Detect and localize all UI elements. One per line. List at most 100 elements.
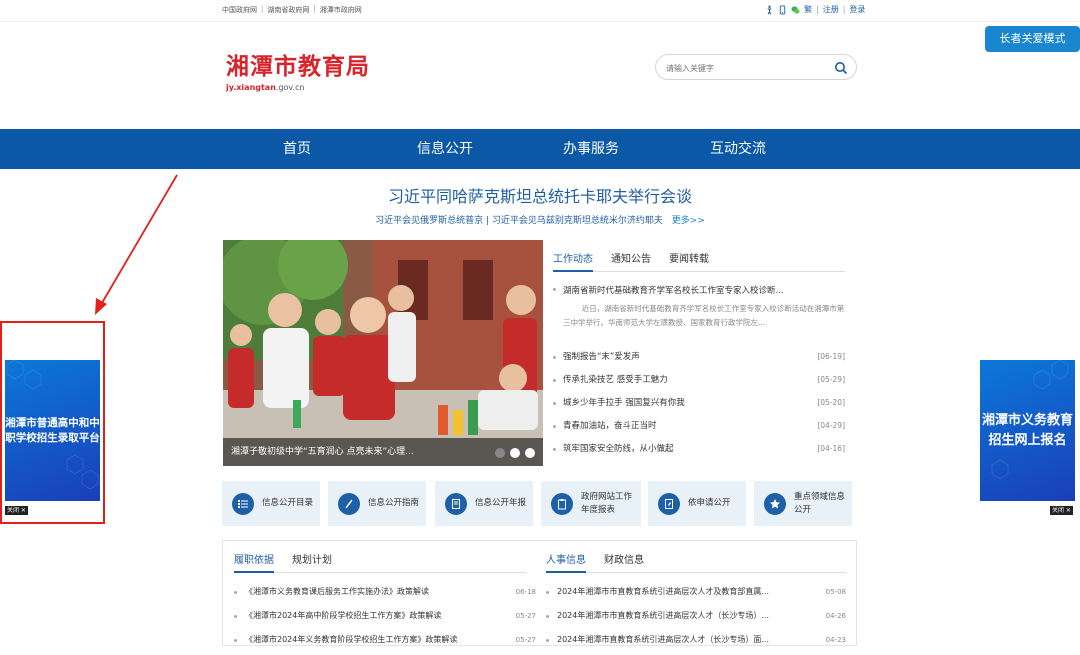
nav-services[interactable]: 办事服务 bbox=[563, 129, 619, 169]
list-item[interactable]: 传承扎染技艺 感受手工魅力 [05-29] bbox=[553, 370, 845, 393]
tab-personnel[interactable]: 人事信息 bbox=[546, 553, 586, 573]
report-icon bbox=[445, 492, 467, 515]
main-nav: 首页 信息公开 办事服务 互动交流 bbox=[0, 129, 1080, 169]
traditional-chinese-link[interactable]: 繁 bbox=[804, 4, 812, 15]
site-domain: jy.xiangtan.gov.cn bbox=[226, 83, 370, 92]
news-title[interactable]: 青春加油站，奋斗正当时 bbox=[563, 421, 657, 431]
search-input[interactable] bbox=[666, 60, 826, 76]
featured-news[interactable]: 湖南省新时代基础教育齐学军名校长工作室专家入校诊断... 近日，湖南省新时代基础… bbox=[553, 284, 845, 330]
item-title[interactable]: 2024年湘潭市市直教育系统引进高层次人才（长沙专场）... bbox=[557, 611, 769, 620]
search-icon[interactable] bbox=[834, 61, 848, 75]
left-float-ad[interactable]: 湘潭市普通高中和中职学校招生录取平台 bbox=[5, 360, 100, 501]
gov-link-china[interactable]: 中国政府网 bbox=[222, 5, 257, 15]
gov-links: 中国政府网 | 湖南省政府网 | 湘潭市政府网 bbox=[222, 5, 362, 15]
login-link[interactable]: 登录 bbox=[849, 4, 865, 15]
nav-info-disclosure[interactable]: 信息公开 bbox=[417, 129, 473, 169]
service-key-areas[interactable]: 重点领域信息公开 bbox=[754, 481, 852, 526]
item-date: 05-08 bbox=[825, 588, 846, 596]
close-right-ad-button[interactable]: 关闭 ✕ bbox=[1050, 506, 1073, 515]
service-info-catalog[interactable]: 信息公开目录 bbox=[222, 481, 320, 526]
site-name: 湘潭市教育局 bbox=[226, 53, 370, 80]
news-photo-carousel[interactable]: 湘潭子敬初级中学“五育润心 点亮未来”心理... bbox=[223, 240, 543, 466]
item-title[interactable]: 《湘潭市2024年高中阶段学校招生工作方案》政策解读 bbox=[245, 611, 441, 620]
list-item[interactable]: 青春加油站，奋斗正当时 [04-29] bbox=[553, 416, 845, 439]
service-label: 信息公开目录 bbox=[262, 498, 314, 508]
service-label: 依申请公开 bbox=[688, 498, 731, 508]
carousel-dot[interactable] bbox=[510, 448, 520, 458]
tab-duty-basis[interactable]: 履职依据 bbox=[234, 553, 274, 573]
carousel-dot[interactable] bbox=[525, 448, 535, 458]
close-label: 关闭 bbox=[1052, 507, 1065, 514]
separator: | bbox=[816, 5, 819, 14]
news-title[interactable]: 筑牢国家安全防线，从小做起 bbox=[563, 444, 674, 454]
featured-news-desc: 近日，湖南省新时代基础教育齐学军名校长工作室专家入校诊断活动在湘潭市第三中学举行… bbox=[563, 304, 845, 327]
item-title[interactable]: 《湘潭市2024年义务教育阶段学校招生工作方案》政策解读 bbox=[245, 635, 457, 644]
sub-headline-2[interactable]: 习近平会见乌兹别克斯坦总统米尔济约耶夫 bbox=[492, 216, 663, 226]
news-list: 强制报告“末”爱发声 [06-19] 传承扎染技艺 感受手工魅力 [05-29] 城… bbox=[553, 347, 845, 462]
gov-link-hunan[interactable]: 湖南省政府网 bbox=[267, 5, 309, 15]
gov-link-xiangtan[interactable]: 湘潭市政府网 bbox=[320, 5, 362, 15]
panel-left-list: 《湘潭市义务教育课后服务工作实施办法》政策解读 06-18 《湘潭市2024年高中… bbox=[234, 583, 536, 655]
service-info-guide[interactable]: 信息公开指南 bbox=[328, 481, 426, 526]
list-item[interactable]: 《湘潭市2024年义务教育阶段学校招生工作方案》政策解读 05-27 bbox=[234, 631, 536, 655]
news-title[interactable]: 城乡少年手拉手 强国复兴有你我 bbox=[563, 398, 685, 408]
panel-right-list: 2024年湘潭市市直教育系统引进高层次人才及教育部直属... 05-08 2024… bbox=[546, 583, 846, 655]
news-title[interactable]: 强制报告“末”爱发声 bbox=[563, 352, 640, 362]
register-link[interactable]: 注册 bbox=[823, 4, 839, 15]
mobile-icon[interactable] bbox=[778, 5, 787, 15]
list-item[interactable]: 《湘潭市2024年高中阶段学校招生工作方案》政策解读 05-27 bbox=[234, 607, 536, 631]
panel-left-tabs: 履职依据 规划计划 bbox=[234, 553, 526, 573]
accessibility-icon[interactable] bbox=[765, 5, 774, 15]
elder-mode-button[interactable]: 长者关爱模式 bbox=[985, 26, 1080, 52]
sub-headline-1[interactable]: 习近平会见俄罗斯总统普京 bbox=[375, 216, 483, 226]
item-date: 04-23 bbox=[825, 636, 846, 644]
site-logo[interactable]: 湘潭市教育局 jy.xiangtan.gov.cn bbox=[226, 53, 370, 92]
info-panels: 履职依据 规划计划 《湘潭市义务教育课后服务工作实施办法》政策解读 06-18 《… bbox=[222, 540, 857, 646]
top-bar: 中国政府网 | 湖南省政府网 | 湘潭市政府网 繁 | 注册 | 登录 bbox=[0, 0, 1080, 22]
list-item[interactable]: 2024年湘潭市市直教育系统引进高层次人才（长沙专场）... 04-26 bbox=[546, 607, 846, 631]
right-ad-text: 湘潭市义务教育招生网上报名 bbox=[981, 412, 1073, 448]
more-link[interactable]: 更多>> bbox=[672, 216, 705, 226]
news-date: [04-16] bbox=[817, 444, 845, 453]
service-annual-report[interactable]: 信息公开年报 bbox=[435, 481, 533, 526]
wechat-icon[interactable] bbox=[791, 5, 800, 15]
item-date: 06-18 bbox=[515, 588, 536, 596]
featured-news-title[interactable]: 湖南省新时代基础教育齐学军名校长工作室专家入校诊断... bbox=[553, 284, 845, 296]
domain-rest: .gov.cn bbox=[275, 83, 305, 92]
clipboard-icon bbox=[551, 492, 573, 515]
list-item[interactable]: 《湘潭市义务教育课后服务工作实施办法》政策解读 06-18 bbox=[234, 583, 536, 607]
compass-icon bbox=[338, 492, 360, 515]
list-item[interactable]: 强制报告“末”爱发声 [06-19] bbox=[553, 347, 845, 370]
panel-right-tabs: 人事信息 财政信息 bbox=[546, 553, 846, 573]
news-title[interactable]: 传承扎染技艺 感受手工魅力 bbox=[563, 375, 668, 385]
close-left-ad-button[interactable]: 关闭 ✕ bbox=[5, 506, 28, 515]
list-icon bbox=[232, 492, 254, 515]
nav-home[interactable]: 首页 bbox=[283, 129, 311, 169]
service-label: 重点领域信息公开 bbox=[794, 491, 846, 515]
item-title[interactable]: 2024年湘潭市市直教育系统引进高层次人才及教育部直属... bbox=[557, 587, 769, 596]
tab-finance[interactable]: 财政信息 bbox=[604, 553, 644, 573]
list-item[interactable]: 筑牢国家安全防线，从小做起 [04-16] bbox=[553, 439, 845, 462]
list-item[interactable]: 城乡少年手拉手 强国复兴有你我 [05-20] bbox=[553, 393, 845, 416]
nav-interaction[interactable]: 互动交流 bbox=[710, 129, 766, 169]
list-item[interactable]: 2024年湘潭市市直教育系统引进高层次人才及教育部直属... 05-08 bbox=[546, 583, 846, 607]
service-label: 政府网站工作年度报表 bbox=[581, 491, 633, 515]
item-title[interactable]: 《湘潭市义务教育课后服务工作实施办法》政策解读 bbox=[245, 587, 429, 596]
tab-notices[interactable]: 通知公告 bbox=[611, 252, 651, 272]
annotation-arrow bbox=[95, 174, 178, 315]
item-date: 04-26 bbox=[825, 612, 846, 620]
tab-reprints[interactable]: 要闻转载 bbox=[669, 252, 709, 272]
item-date: 05-27 bbox=[515, 636, 536, 644]
star-icon bbox=[764, 492, 786, 515]
service-website-report[interactable]: 政府网站工作年度报表 bbox=[541, 481, 641, 526]
item-title[interactable]: 2024年湘潭市直教育系统引进高层次人才（长沙专场）面... bbox=[557, 635, 769, 644]
tab-plans[interactable]: 规划计划 bbox=[292, 553, 332, 573]
service-apply-disclosure[interactable]: 依申请公开 bbox=[648, 481, 746, 526]
news-date: [06-19] bbox=[817, 352, 845, 361]
carousel-dot[interactable] bbox=[495, 448, 505, 458]
service-label: 信息公开指南 bbox=[368, 498, 420, 508]
list-item[interactable]: 2024年湘潭市直教育系统引进高层次人才（长沙专场）面... 04-23 bbox=[546, 631, 846, 655]
tab-work-news[interactable]: 工作动态 bbox=[553, 252, 593, 272]
separator: | bbox=[313, 5, 316, 13]
right-float-ad[interactable]: 湘潭市义务教育招生网上报名 bbox=[980, 360, 1075, 501]
